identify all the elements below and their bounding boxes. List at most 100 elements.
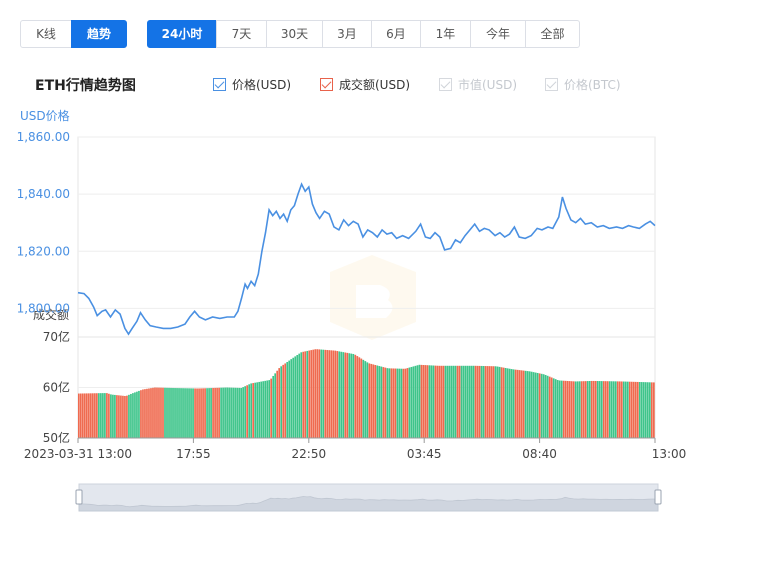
volume-bar [372, 364, 375, 438]
volume-bar [416, 365, 419, 438]
navigator-handle-left[interactable] [75, 489, 83, 505]
volume-bar [148, 388, 150, 438]
price-tick-label: 1,860.00 [17, 130, 70, 144]
volume-bar [242, 387, 244, 438]
volume-bar [504, 367, 507, 438]
volume-bar [640, 382, 643, 438]
volume-bar [526, 371, 529, 438]
volume-bar [302, 351, 305, 438]
volume-bar [344, 352, 347, 438]
volume-bar [320, 349, 323, 438]
volume-bar [554, 379, 557, 438]
volume-bar [174, 388, 176, 438]
volume-bar [420, 364, 423, 438]
volume-bar [182, 388, 184, 438]
volume-bar [98, 393, 100, 438]
volume-bar [200, 388, 202, 438]
volume-bar [164, 387, 166, 438]
volume-bar [410, 366, 413, 438]
volume-bar [480, 365, 483, 438]
volume-bar [456, 365, 459, 438]
volume-bar [330, 350, 333, 438]
volume-bar [114, 394, 116, 438]
volume-bar [400, 368, 403, 438]
volume-bar [228, 387, 230, 438]
volume-bar [366, 362, 369, 438]
volume-bar [130, 393, 132, 438]
volume-bar [238, 387, 240, 438]
volume-bar [500, 367, 503, 438]
volume-bar [596, 381, 599, 438]
volume-bar [78, 393, 80, 438]
volume-bar [440, 365, 443, 438]
volume-bar [244, 386, 246, 438]
volume-bar [520, 370, 523, 438]
volume-bar [222, 387, 224, 438]
volume-bar [162, 387, 164, 438]
volume-bar [318, 349, 321, 438]
volume-tick-label: 50亿 [43, 430, 70, 445]
volume-bar [128, 394, 130, 438]
volume-bar [158, 387, 160, 438]
volume-bar [442, 365, 445, 438]
volume-bar [134, 392, 136, 438]
volume-bar [564, 380, 567, 438]
time-navigator[interactable] [75, 483, 662, 512]
volume-bar [202, 388, 204, 438]
volume-bar [382, 367, 385, 438]
volume-bar [180, 388, 182, 438]
volume-bar [294, 356, 297, 438]
volume-bar [356, 356, 359, 438]
x-tick-label: 08:40 [522, 447, 557, 461]
volume-bar [522, 370, 525, 438]
navigator-handle-right[interactable] [654, 489, 662, 505]
volume-bar [460, 365, 463, 438]
volume-bar [644, 382, 647, 438]
volume-bar [462, 365, 465, 438]
volume-bar [584, 381, 587, 438]
volume-bar [306, 350, 309, 438]
volume-bar [580, 381, 583, 438]
volume-bar [508, 368, 511, 438]
volume-bar [288, 360, 291, 438]
volume-bar [212, 387, 214, 438]
volume-bar [560, 380, 563, 438]
volume-bar [152, 387, 154, 438]
volume-bar [160, 387, 162, 438]
volume-bar [530, 371, 533, 438]
volume-bar [506, 368, 509, 438]
volume-bar [122, 395, 124, 438]
watermark-logo [330, 255, 416, 340]
volume-bar [638, 382, 641, 438]
price-tick-label: 1,840.00 [17, 187, 70, 201]
volume-bar [438, 365, 441, 438]
x-tick-label: 17:55 [176, 447, 211, 461]
volume-bar [368, 363, 371, 438]
price-tick-label: 1,800.00 [17, 301, 70, 315]
volume-bar [116, 395, 118, 438]
volume-bar [194, 388, 196, 438]
volume-bar [188, 388, 190, 438]
volume-bar [590, 380, 593, 438]
volume-bar [328, 350, 331, 438]
volume-bar [190, 388, 192, 438]
volume-bar [178, 388, 180, 438]
x-tick-label: 2023-03-31 13:00 [24, 447, 132, 461]
volume-bar [588, 381, 591, 438]
volume-bar [620, 381, 623, 438]
volume-bar [604, 381, 607, 438]
volume-bar [346, 352, 349, 438]
volume-bar [402, 368, 405, 438]
volume-bar [250, 383, 252, 438]
volume-bar [532, 372, 535, 438]
volume-bar [486, 366, 489, 438]
volume-bar [426, 365, 429, 438]
volume-bar [574, 381, 577, 438]
volume-bar [304, 351, 307, 438]
volume-bar [292, 357, 295, 438]
price-volume-chart: 1,860.00 1,840.00 1,820.00 1,800.00 70亿 60亿 5… [17, 130, 686, 512]
volume-bar [184, 388, 186, 438]
volume-bar [336, 351, 339, 438]
volume-bar [132, 393, 134, 438]
volume-bar [284, 363, 287, 438]
